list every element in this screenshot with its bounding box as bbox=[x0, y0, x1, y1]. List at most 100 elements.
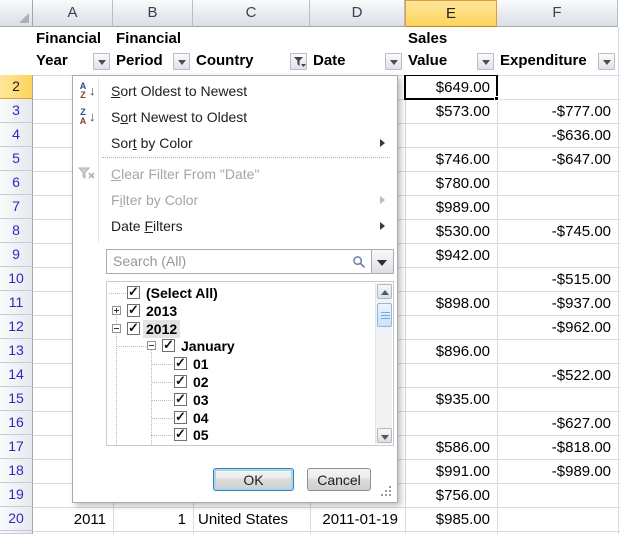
cell-E18[interactable]: $991.00 bbox=[406, 460, 497, 484]
row-header-18[interactable]: 18 bbox=[0, 459, 33, 483]
header-cell-expenditure[interactable]: Expenditure bbox=[497, 27, 618, 75]
row-header-20[interactable]: 20 bbox=[0, 507, 33, 531]
scroll-down-button[interactable] bbox=[377, 428, 392, 443]
column-header-C[interactable]: C bbox=[193, 0, 310, 27]
checkbox[interactable]: ✓ bbox=[162, 339, 175, 352]
tree-item-2013[interactable]: ✓2013 bbox=[107, 302, 375, 320]
menu-item-date-filters[interactable]: Date Filters bbox=[73, 213, 395, 239]
scrollbar-thumb[interactable] bbox=[377, 303, 392, 327]
cell-C20[interactable]: United States bbox=[194, 508, 310, 532]
row-header-16[interactable]: 16 bbox=[0, 411, 33, 435]
collapse-icon[interactable] bbox=[147, 341, 156, 350]
select-all-corner[interactable] bbox=[0, 0, 33, 27]
checkbox[interactable]: ✓ bbox=[127, 286, 140, 299]
checkbox[interactable]: ✓ bbox=[174, 375, 187, 388]
cell-E20[interactable]: $985.00 bbox=[406, 508, 497, 532]
row-header-7[interactable]: 7 bbox=[0, 195, 33, 219]
cell-E11[interactable]: $898.00 bbox=[406, 292, 497, 316]
row-header-15[interactable]: 15 bbox=[0, 387, 33, 411]
tree-item-label[interactable]: 04 bbox=[190, 409, 212, 427]
tree-item-january[interactable]: ✓January bbox=[107, 337, 375, 355]
ok-button[interactable]: OK bbox=[213, 468, 294, 491]
tree-item-02[interactable]: ✓02 bbox=[107, 373, 375, 391]
header-cell-financial-period[interactable]: Financial Period bbox=[113, 27, 193, 75]
row-header-3[interactable]: 3 bbox=[0, 99, 33, 123]
cell-E5[interactable]: $746.00 bbox=[406, 148, 497, 172]
row-header-2[interactable]: 2 bbox=[0, 75, 33, 99]
tree-item-label[interactable]: 03 bbox=[190, 391, 212, 409]
tree-item-label[interactable]: 05 bbox=[190, 426, 212, 444]
tree-item-label[interactable]: (Select All) bbox=[143, 284, 221, 302]
header-cell-financial-year[interactable]: Financial Year bbox=[33, 27, 113, 75]
tree-item-2012[interactable]: ✓2012 bbox=[107, 320, 375, 338]
row-header-9[interactable]: 9 bbox=[0, 243, 33, 267]
cell-F3[interactable]: -$777.00 bbox=[498, 100, 618, 124]
tree-item-label[interactable]: 02 bbox=[190, 373, 212, 391]
column-header-E[interactable]: E bbox=[405, 0, 497, 27]
filter-dropdown-button[interactable] bbox=[93, 53, 110, 70]
tree-item-03[interactable]: ✓03 bbox=[107, 391, 375, 409]
tree-scrollbar[interactable] bbox=[375, 283, 392, 444]
cell-E15[interactable]: $935.00 bbox=[406, 388, 497, 412]
cell-E6[interactable]: $780.00 bbox=[406, 172, 497, 196]
cell-F14[interactable]: -$522.00 bbox=[498, 364, 618, 388]
filter-dropdown-button[interactable] bbox=[385, 53, 402, 70]
cancel-button[interactable]: Cancel bbox=[307, 468, 371, 491]
filter-applied-button[interactable] bbox=[290, 53, 307, 70]
checkbox[interactable]: ✓ bbox=[127, 304, 140, 317]
fill-handle[interactable] bbox=[494, 96, 499, 101]
tree-item-select-all[interactable]: ✓(Select All) bbox=[107, 284, 375, 302]
tree-item-label[interactable]: 2013 bbox=[143, 302, 180, 320]
cell-F11[interactable]: -$937.00 bbox=[498, 292, 618, 316]
row-header-8[interactable]: 8 bbox=[0, 219, 33, 243]
column-header-B[interactable]: B bbox=[113, 0, 193, 27]
cell-F4[interactable]: -$636.00 bbox=[498, 124, 618, 148]
row-header-11[interactable]: 11 bbox=[0, 291, 33, 315]
tree-item-label[interactable]: January bbox=[178, 337, 238, 355]
cell-A20[interactable]: 2011 bbox=[34, 508, 113, 532]
checkbox[interactable]: ✓ bbox=[174, 411, 187, 424]
cell-E19[interactable]: $756.00 bbox=[406, 484, 497, 508]
cell-F16[interactable]: -$627.00 bbox=[498, 412, 618, 436]
cell-F8[interactable]: -$745.00 bbox=[498, 220, 618, 244]
tree-item-partial[interactable]: ✓ bbox=[107, 444, 375, 446]
checkbox[interactable]: ✓ bbox=[127, 322, 140, 335]
checkbox[interactable]: ✓ bbox=[174, 428, 187, 441]
cell-F17[interactable]: -$818.00 bbox=[498, 436, 618, 460]
filter-dropdown-button[interactable] bbox=[173, 53, 190, 70]
resize-grip[interactable] bbox=[389, 486, 391, 488]
cell-E7[interactable]: $989.00 bbox=[406, 196, 497, 220]
column-header-A[interactable]: A bbox=[33, 0, 113, 27]
row-header-13[interactable]: 13 bbox=[0, 339, 33, 363]
cell-F5[interactable]: -$647.00 bbox=[498, 148, 618, 172]
menu-item-sort-newest-to-oldest[interactable]: ZA↓Sort Newest to Oldest bbox=[73, 104, 395, 130]
checkbox[interactable]: ✓ bbox=[174, 393, 187, 406]
column-header-D[interactable]: D bbox=[310, 0, 405, 27]
cell-F12[interactable]: -$962.00 bbox=[498, 316, 618, 340]
search-input[interactable]: Search (All) bbox=[106, 249, 372, 274]
search-dropdown-button[interactable] bbox=[372, 249, 394, 274]
cell-E3[interactable]: $573.00 bbox=[406, 100, 497, 124]
cell-E8[interactable]: $530.00 bbox=[406, 220, 497, 244]
tree-item-01[interactable]: ✓01 bbox=[107, 355, 375, 373]
column-header-F[interactable]: F bbox=[497, 0, 618, 27]
selected-cell-outline[interactable] bbox=[404, 74, 498, 100]
row-header-4[interactable]: 4 bbox=[0, 123, 33, 147]
cell-D20[interactable]: 2011-01-19 bbox=[311, 508, 405, 532]
header-cell-date[interactable]: Date bbox=[310, 27, 405, 75]
menu-item-sort-by-color[interactable]: Sort by Color bbox=[73, 130, 395, 156]
cell-E17[interactable]: $586.00 bbox=[406, 436, 497, 460]
tree-item-label[interactable]: 01 bbox=[190, 355, 212, 373]
row-header-6[interactable]: 6 bbox=[0, 171, 33, 195]
row-header-12[interactable]: 12 bbox=[0, 315, 33, 339]
tree-item-label[interactable]: 2012 bbox=[143, 320, 180, 338]
checkbox[interactable]: ✓ bbox=[174, 357, 187, 370]
tree-item-05[interactable]: ✓05 bbox=[107, 426, 375, 444]
cell-E13[interactable]: $896.00 bbox=[406, 340, 497, 364]
filter-dropdown-button[interactable] bbox=[477, 53, 494, 70]
cell-E9[interactable]: $942.00 bbox=[406, 244, 497, 268]
cell-F10[interactable]: -$515.00 bbox=[498, 268, 618, 292]
row-header-19[interactable]: 19 bbox=[0, 483, 33, 507]
filter-dropdown-button[interactable] bbox=[598, 53, 615, 70]
row-header-5[interactable]: 5 bbox=[0, 147, 33, 171]
